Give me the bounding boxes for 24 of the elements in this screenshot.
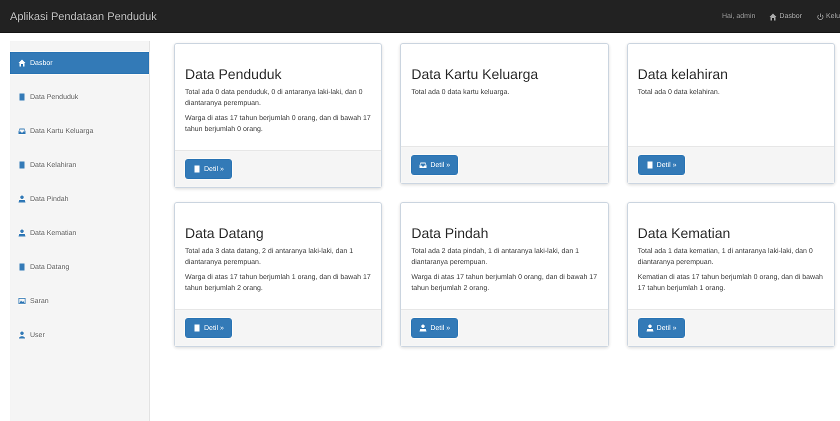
card-title: Data Datang — [185, 225, 265, 241]
card-title: Data Kematian — [638, 225, 732, 241]
power-icon — [816, 12, 824, 20]
picture-icon — [18, 297, 26, 305]
app-title: Aplikasi Pendataan Penduduk — [10, 10, 157, 22]
inbox-icon — [419, 161, 428, 169]
card-title: Data Penduduk — [185, 66, 283, 82]
inbox-icon — [18, 127, 26, 135]
book-icon — [18, 263, 26, 271]
book-icon — [193, 324, 201, 332]
user-icon — [646, 324, 654, 332]
home-icon — [18, 59, 26, 67]
user-icon — [18, 229, 26, 237]
book-icon — [193, 165, 201, 173]
user-icon — [18, 195, 26, 203]
card-title: Data Pindah — [411, 225, 490, 241]
book-icon — [18, 93, 26, 101]
user-icon — [419, 324, 428, 332]
home-icon — [769, 12, 778, 20]
card-title: Data Kartu Keluarga — [411, 66, 540, 82]
book-icon — [646, 161, 654, 169]
book-icon — [18, 161, 26, 169]
person-icon — [18, 331, 26, 339]
card-title: Data kelahiran — [638, 66, 729, 82]
